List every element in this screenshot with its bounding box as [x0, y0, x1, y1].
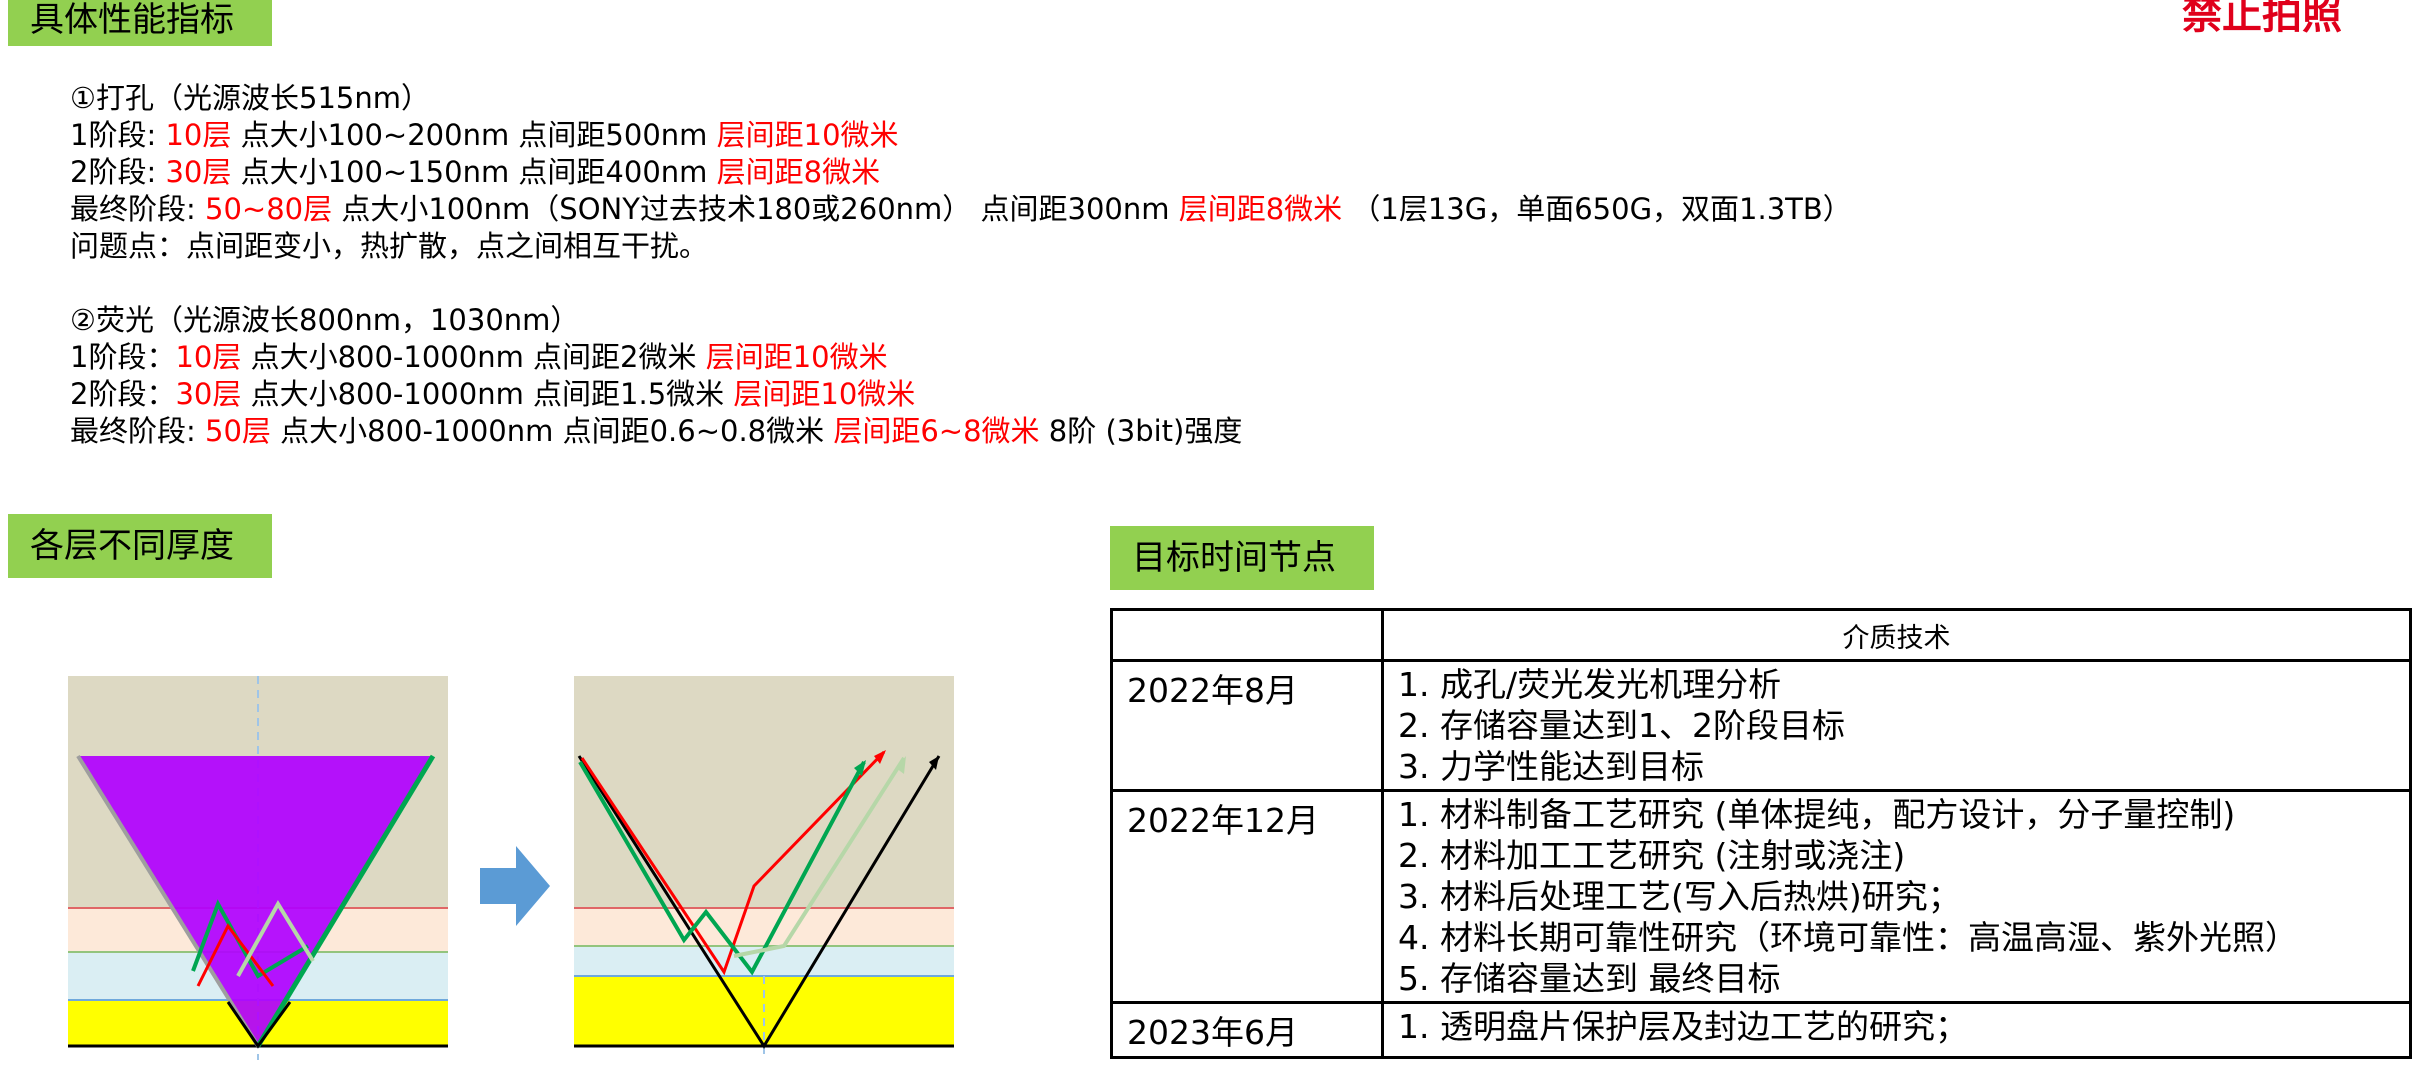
fluorescence-final-layers: 50层: [205, 414, 271, 448]
list-item: 1. 成孔/荧光发光机理分析: [1398, 665, 1782, 704]
table-header-row: 介质技术: [1110, 608, 2412, 662]
fluorescence-title: ②荧光（光源波长800nm，1030nm）: [70, 303, 580, 337]
table-row: 2023年6月 1. 透明盘片保护层及封边工艺的研究；: [1110, 1001, 2412, 1059]
fluorescence-stage2-label: 2阶段：: [70, 377, 176, 411]
drilling-final-detail: 点大小100nm（SONY过去技术180或260nm） 点间距300nm: [332, 192, 1179, 226]
section-tag-schedule-label: 目标时间节点: [1132, 538, 1336, 578]
row-date: 2022年12月: [1110, 789, 1384, 1004]
table-row: 2022年8月 1. 成孔/荧光发光机理分析 2. 存储容量达到1、2阶段目标 …: [1110, 659, 2412, 792]
row-date: 2022年8月: [1110, 659, 1384, 792]
section-tag-layers: 各层不同厚度: [8, 514, 272, 578]
header-date: [1110, 608, 1384, 662]
fluorescence-final-levels: 8阶 (3bit)强度: [1039, 414, 1243, 448]
schedule-table: 介质技术 2022年8月 1. 成孔/荧光发光机理分析 2. 存储容量达到1、2…: [1110, 608, 2412, 1059]
drilling-title: ①打孔（光源波长515nm）: [70, 81, 430, 115]
fluorescence-stage2-pitch: 层间距10微米: [733, 377, 916, 411]
drilling-stage2-pitch: 层间距8微米: [716, 155, 881, 189]
layer-peach: [574, 908, 954, 946]
drilling-stage2-detail: 点大小100~150nm 点间距400nm: [231, 155, 717, 189]
list-item: 5. 存储容量达到 最终目标: [1398, 959, 1781, 998]
drilling-issue: 问题点：点间距变小，热扩散，点之间相互干扰。: [70, 229, 709, 263]
drilling-stage1-pitch: 层间距10微米: [716, 118, 899, 152]
list-item: 4. 材料长期可靠性研究（环境可靠性：高温高湿、紫外光照）: [1398, 918, 2298, 957]
drilling-stage1-layers: 10层: [165, 118, 232, 152]
list-item: 1. 材料制备工艺研究 (单体提纯，配方设计，分子量控制): [1398, 795, 2236, 834]
list-item: 2. 材料加工工艺研究 (注射或浇注): [1398, 836, 1906, 875]
drilling-final-label: 最终阶段:: [70, 192, 205, 226]
no-photo-stamp: 禁止拍照: [2182, 0, 2342, 38]
drilling-stage2-label: 2阶段:: [70, 155, 166, 189]
layer-diagram-cone: [68, 676, 448, 1060]
layer-diagram-rays: [574, 676, 954, 1060]
list-item: 3. 力学性能达到目标: [1398, 747, 1704, 786]
list-item: 2. 存储容量达到1、2阶段目标: [1398, 706, 1845, 745]
drilling-final-capacity: （1层13G，单面650G，双面1.3TB）: [1342, 192, 1852, 226]
drilling-stage2: 2阶段: 30层 点大小100~150nm 点间距400nm 层间距8微米: [70, 154, 1852, 191]
drilling-stage2-layers: 30层: [165, 155, 232, 189]
fluorescence-final-label: 最终阶段:: [70, 414, 205, 448]
list-item: 3. 材料后处理工艺(写入后热烘)研究；: [1398, 877, 1961, 916]
fluorescence-stage2-layers: 30层: [175, 377, 242, 411]
drilling-final: 最终阶段: 50~80层 点大小100nm（SONY过去技术180或260nm）…: [70, 191, 1852, 228]
drilling-stage1: 1阶段: 10层 点大小100~200nm 点间距500nm 层间距10微米: [70, 117, 1852, 154]
row-date: 2023年6月: [1110, 1001, 1384, 1059]
section-tag-specs-label: 具体性能指标: [30, 0, 234, 40]
fluorescence-stage1: 1阶段：10层 点大小800-1000nm 点间距2微米 层间距10微米: [70, 339, 1852, 376]
drilling-final-layers: 50~80层: [205, 192, 333, 226]
section-tag-schedule: 目标时间节点: [1110, 526, 1374, 590]
list-item: 1. 透明盘片保护层及封边工艺的研究；: [1398, 1007, 1968, 1046]
section-tag-specs: 具体性能指标: [8, 0, 272, 46]
row-items: 1. 成孔/荧光发光机理分析 2. 存储容量达到1、2阶段目标 3. 力学性能达…: [1381, 659, 2412, 792]
drilling-final-pitch: 层间距8微米: [1178, 192, 1343, 226]
fluorescence-final-pitch: 层间距6~8微米: [833, 414, 1040, 448]
fluorescence-stage1-detail: 点大小800-1000nm 点间距2微米: [241, 340, 706, 374]
fluorescence-final: 最终阶段: 50层 点大小800-1000nm 点间距0.6~0.8微米 层间距…: [70, 413, 1852, 450]
drilling-stage1-detail: 点大小100~200nm 点间距500nm: [231, 118, 717, 152]
section-tag-layers-label: 各层不同厚度: [30, 526, 234, 566]
fluorescence-stage2-detail: 点大小800-1000nm 点间距1.5微米: [241, 377, 734, 411]
header-tech: 介质技术: [1381, 608, 2412, 662]
row-items: 1. 材料制备工艺研究 (单体提纯，配方设计，分子量控制) 2. 材料加工工艺研…: [1381, 789, 2412, 1004]
fluorescence-stage2: 2阶段：30层 点大小800-1000nm 点间距1.5微米 层间距10微米: [70, 376, 1852, 413]
specs-text: ①打孔（光源波长515nm） 1阶段: 10层 点大小100~200nm 点间距…: [70, 80, 1852, 450]
fluorescence-stage1-pitch: 层间距10微米: [705, 340, 888, 374]
drilling-stage1-label: 1阶段:: [70, 118, 166, 152]
table-row: 2022年12月 1. 材料制备工艺研究 (单体提纯，配方设计，分子量控制) 2…: [1110, 789, 2412, 1004]
fluorescence-stage1-layers: 10层: [175, 340, 242, 374]
row-items: 1. 透明盘片保护层及封边工艺的研究；: [1381, 1001, 2412, 1059]
fluorescence-final-detail: 点大小800-1000nm 点间距0.6~0.8微米: [270, 414, 834, 448]
right-arrow-icon: [480, 846, 550, 926]
fluorescence-stage1-label: 1阶段：: [70, 340, 176, 374]
